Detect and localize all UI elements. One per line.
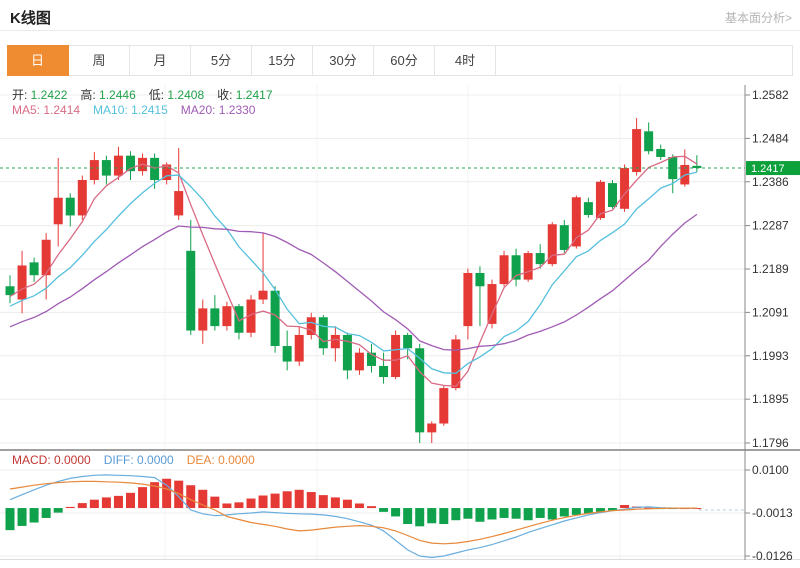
ma5-line [9,155,698,387]
candles [5,118,702,443]
ma-lines [9,155,698,387]
macd-lines [9,474,745,559]
kline-chart[interactable]: 1.2417 1.2582 1.2484 1.2386 1.2287 1.2189 1.20… [0,0,800,568]
kline-widget: K线图 基本面分析> 日周月 5分 15分 30分 60分 4时 1.2417 1.2582… [0,0,800,568]
diff-line [9,474,697,559]
axis-tick-label: 0.0100 [752,463,789,477]
axis-tick-label: 1.2386 [752,175,789,189]
axis-tick-label: 1.2189 [752,262,789,276]
axis-tick-label: -0.0013 [752,506,793,520]
axis-tick-label: 1.1895 [752,392,789,406]
macd-histogram [5,478,702,531]
panel-separator [0,449,800,451]
axis-tick-label: 1.2091 [752,305,789,319]
axis-tick-label: 1.2582 [752,88,789,102]
ma20-line [9,213,698,351]
axis-tick-label: 1.2287 [752,219,789,233]
right-axis: 1.2582 1.2484 1.2386 1.2287 1.2189 1.2091 1.19… [744,85,793,563]
axis-tick-label: 1.1993 [752,349,789,363]
axis-tick-label: 1.2484 [752,131,789,145]
axis-tick-label: 1.1796 [752,436,789,450]
bottom-border [0,559,800,560]
svg-text:1.2417: 1.2417 [751,163,785,175]
axis-tick-label: -0.0126 [752,549,793,563]
